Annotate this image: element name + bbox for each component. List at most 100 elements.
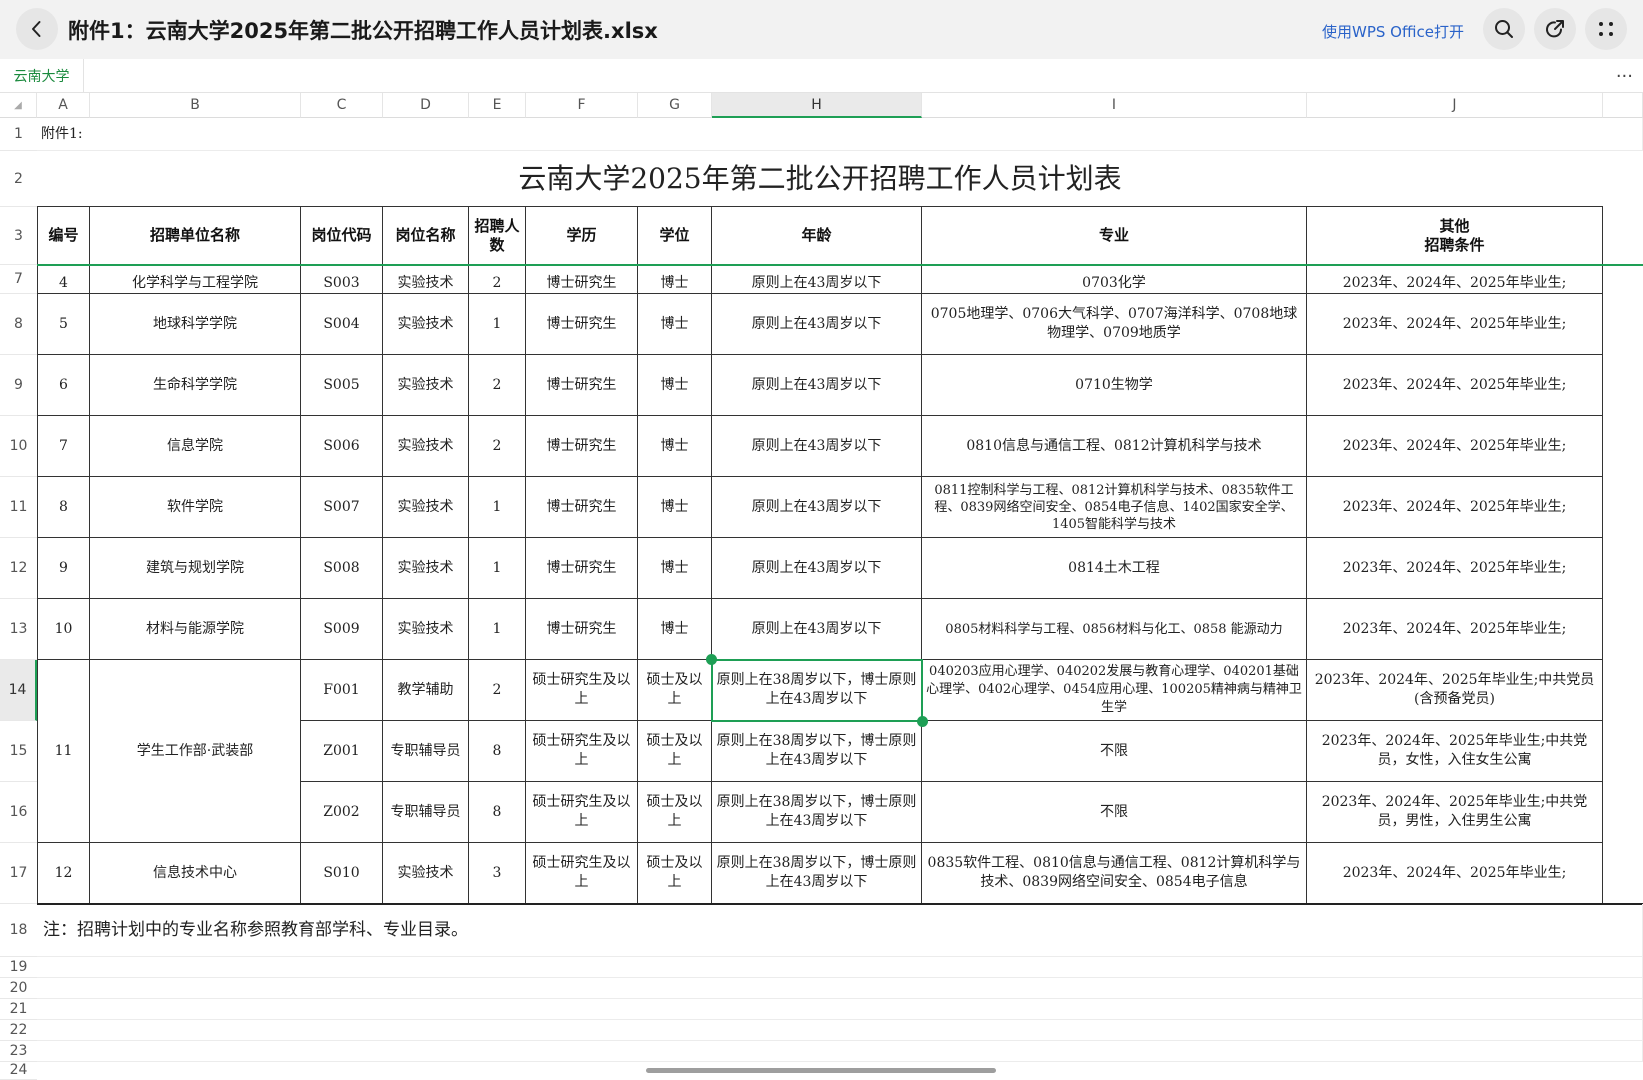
header-degree[interactable]: 学位 [638,207,712,265]
open-with-wps-link[interactable]: 使用WPS Office打开 [1322,21,1464,42]
back-button[interactable] [16,8,58,50]
cell-age[interactable]: 原则上在43周岁以下 [712,538,922,599]
row-header-18[interactable]: 18 [0,904,37,957]
cell-unit[interactable]: 生命科学学院 [90,355,301,416]
cell-unit-merged[interactable]: 学生工作部·武装部 [90,660,301,843]
cell-post-name[interactable]: 专职辅导员 [383,782,469,843]
cut-cell-degree[interactable]: 博士 [638,265,712,294]
row-header-9[interactable]: 9 [0,355,37,416]
cell-post-code[interactable]: S009 [301,599,383,660]
row-header-20[interactable]: 20 [0,978,37,999]
column-header-b[interactable]: B [90,93,301,118]
column-header-k[interactable] [1603,93,1643,118]
cell-age[interactable]: 原则上在43周岁以下 [712,416,922,477]
cell-other[interactable]: 2023年、2024年、2025年毕业生; [1307,843,1603,904]
spreadsheet-grid[interactable]: ◢ A B C D E F G H I J 1 2 3 7 8 9 10 11 … [0,93,1643,1080]
cell-other[interactable]: 2023年、2024年、2025年毕业生;中共党员，女性，入住女生公寓 [1307,721,1603,782]
cell-unit[interactable]: 材料与能源学院 [90,599,301,660]
cell-other[interactable]: 2023年、2024年、2025年毕业生; [1307,538,1603,599]
cell-age-selected[interactable]: 原则上在38周岁以下，博士原则上在43周岁以下 [712,660,922,721]
cell-post-name[interactable]: 专职辅导员 [383,721,469,782]
header-age[interactable]: 年龄 [712,207,922,265]
cell-count[interactable]: 1 [469,538,526,599]
share-button[interactable] [1534,8,1576,50]
cell-other[interactable]: 2023年、2024年、2025年毕业生; [1307,416,1603,477]
cell-count[interactable]: 2 [469,416,526,477]
empty-row[interactable] [37,978,1643,999]
row-header-16[interactable]: 16 [0,782,37,843]
cell-count[interactable]: 1 [469,477,526,538]
empty-row[interactable] [37,1041,1643,1062]
header-post-code[interactable]: 岗位代码 [301,207,383,265]
row-header-8[interactable]: 8 [0,294,37,355]
cell-number-merged[interactable]: 11 [37,660,90,843]
cell-count[interactable]: 1 [469,294,526,355]
cut-cell-code[interactable]: S003 [301,265,383,294]
cell-unit[interactable]: 地球科学学院 [90,294,301,355]
selection-handle-bottom-right[interactable] [917,716,928,727]
cut-cell-unit[interactable]: 化学科学与工程学院 [90,265,301,294]
cell-degree[interactable]: 博士 [638,294,712,355]
header-count[interactable]: 招聘人数 [469,207,526,265]
cell-count[interactable]: 1 [469,599,526,660]
column-header-j[interactable]: J [1307,93,1603,118]
cell-post-code[interactable]: Z002 [301,782,383,843]
column-header-g[interactable]: G [638,93,712,118]
cell-post-name[interactable]: 实验技术 [383,294,469,355]
cell-number[interactable]: 8 [37,477,90,538]
cell-other[interactable]: 2023年、2024年、2025年毕业生; [1307,294,1603,355]
row-header-19[interactable]: 19 [0,957,37,978]
cut-cell-major[interactable]: 0703化学 [922,265,1307,294]
cell-age[interactable]: 原则上在43周岁以下 [712,355,922,416]
cell-major[interactable]: 0810信息与通信工程、0812计算机科学与技术 [922,416,1307,477]
row-header-14[interactable]: 14 [0,660,37,721]
row-header-1[interactable]: 1 [0,118,37,151]
row-header-24[interactable]: 24 [0,1062,37,1080]
empty-row[interactable] [37,957,1643,978]
cell-post-code[interactable]: S010 [301,843,383,904]
cell-post-name[interactable]: 教学辅助 [383,660,469,721]
search-button[interactable] [1483,8,1525,50]
row-header-21[interactable]: 21 [0,999,37,1020]
cell-major[interactable]: 0835软件工程、0810信息与通信工程、0812计算机科学与技术、0839网络… [922,843,1307,904]
row-header-23[interactable]: 23 [0,1041,37,1062]
cell-post-name[interactable]: 实验技术 [383,477,469,538]
cell-count[interactable]: 8 [469,782,526,843]
cell-degree[interactable]: 博士 [638,355,712,416]
cell-major[interactable]: 0710生物学 [922,355,1307,416]
cell-education[interactable]: 博士研究生 [526,477,638,538]
cell-number[interactable]: 12 [37,843,90,904]
cell-age[interactable]: 原则上在38周岁以下，博士原则上在43周岁以下 [712,782,922,843]
row-header-17[interactable]: 17 [0,843,37,904]
column-header-d[interactable]: D [383,93,469,118]
note-cell[interactable]: 注：招聘计划中的专业名称参照教育部学科、专业目录。 [37,904,1643,957]
cell-unit[interactable]: 信息学院 [90,416,301,477]
cell-post-name[interactable]: 实验技术 [383,538,469,599]
cell-post-code[interactable]: S008 [301,538,383,599]
cut-cell-other[interactable]: 2023年、2024年、2025年毕业生; [1307,265,1603,294]
row-header-13[interactable]: 13 [0,599,37,660]
cut-cell-count[interactable]: 2 [469,265,526,294]
sheet-title[interactable]: 云南大学2025年第二批公开招聘工作人员计划表 [37,151,1603,207]
row-header-3[interactable]: 3 [0,207,37,265]
cell-major[interactable]: 0805材料科学与工程、0856材料与化工、0858 能源动力 [922,599,1307,660]
cell-major[interactable]: 0814土木工程 [922,538,1307,599]
cell-education[interactable]: 博士研究生 [526,416,638,477]
cell-education[interactable]: 硕士研究生及以上 [526,660,638,721]
cell-post-code[interactable]: S006 [301,416,383,477]
cut-cell-age[interactable]: 原则上在43周岁以下 [712,265,922,294]
cell-unit[interactable]: 软件学院 [90,477,301,538]
cell-count[interactable]: 2 [469,660,526,721]
sheet-tab-yunnan-university[interactable]: 云南大学 [0,59,84,93]
header-other[interactable]: 其他 招聘条件 [1307,207,1603,265]
row-header-22[interactable]: 22 [0,1020,37,1041]
empty-row[interactable] [37,1020,1643,1041]
cell-age[interactable]: 原则上在43周岁以下 [712,477,922,538]
cell-post-code[interactable]: F001 [301,660,383,721]
selection-handle-top-left[interactable] [706,654,717,665]
cell-post-code[interactable]: S005 [301,355,383,416]
cell-degree[interactable]: 硕士及以上 [638,843,712,904]
cell-degree[interactable]: 博士 [638,477,712,538]
cell-major[interactable]: 0705地理学、0706大气科学、0707海洋科学、0708地球物理学、0709… [922,294,1307,355]
column-header-e[interactable]: E [469,93,526,118]
